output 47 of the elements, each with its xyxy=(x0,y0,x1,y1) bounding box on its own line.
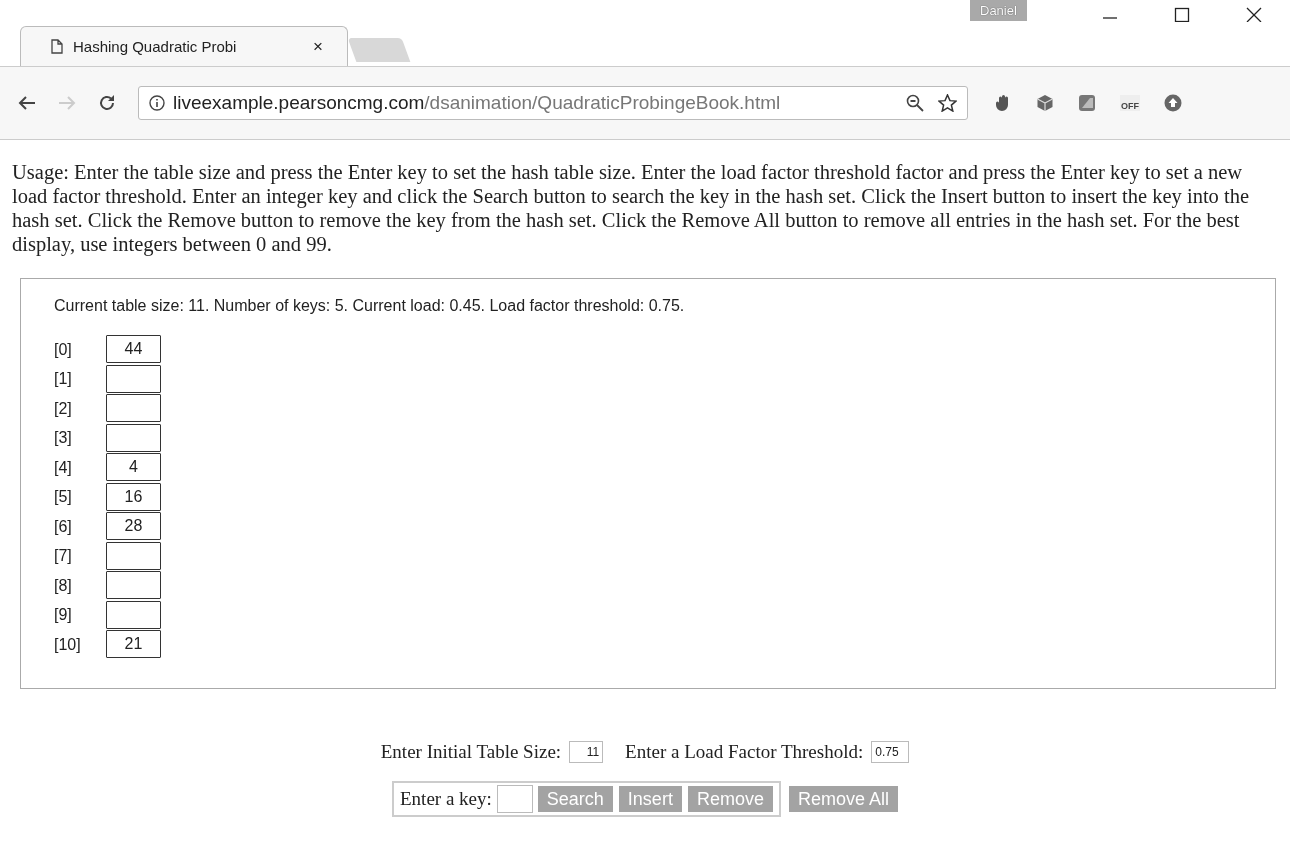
table-size-field[interactable]: 11 xyxy=(569,741,604,763)
page-icon xyxy=(51,39,63,54)
slot-index: [0] xyxy=(54,340,73,359)
hash-slot xyxy=(106,423,161,452)
slot-index: [1] xyxy=(54,370,73,389)
table-size-label: Enter Initial Table Size: xyxy=(380,741,562,763)
browser-tab[interactable]: Hashing Quadratic Probi × xyxy=(20,26,348,66)
hash-slot xyxy=(106,394,161,423)
key-field[interactable] xyxy=(496,785,533,813)
slot-index: [10] xyxy=(54,635,82,654)
hash-slot: 44 xyxy=(106,335,161,364)
tab-close-button[interactable]: × xyxy=(313,36,323,57)
hash-slot xyxy=(106,600,161,629)
hash-slot: 16 xyxy=(106,482,161,511)
back-arrow-icon[interactable] xyxy=(18,95,36,111)
slot-index: [5] xyxy=(54,488,73,507)
slot-index: [7] xyxy=(54,547,73,566)
close-icon[interactable] xyxy=(1246,6,1262,22)
hash-slot: 4 xyxy=(106,453,161,482)
star-icon[interactable] xyxy=(938,94,957,112)
info-icon[interactable] xyxy=(149,95,165,111)
slot-index: [2] xyxy=(54,399,73,418)
threshold-label: Enter a Load Factor Threshold: xyxy=(625,741,864,763)
square-icon[interactable] xyxy=(1078,94,1096,112)
extension-button[interactable]: OFF xyxy=(1120,95,1140,111)
slot-index: [4] xyxy=(54,458,73,477)
hash-slot xyxy=(106,571,161,600)
slot-index: [3] xyxy=(54,429,73,448)
maximize-icon[interactable] xyxy=(1174,6,1190,22)
slot-index: [8] xyxy=(54,576,73,595)
threshold-field[interactable]: 0.75 xyxy=(871,741,910,763)
cube-icon[interactable] xyxy=(1036,94,1054,112)
slot-index: [6] xyxy=(54,517,73,536)
status-text: Current table size: 11. Number of keys: 5. Current load: 0.45. Load factor threshold: 0.75. xyxy=(54,297,686,315)
zoom-out-icon[interactable] xyxy=(906,94,924,112)
hash-slot xyxy=(106,541,161,570)
address-bar[interactable]: liveexample.pearsoncmg.com/dsanimation/QuadraticProbingeBook.html xyxy=(138,86,968,120)
hash-slot: 28 xyxy=(106,512,161,541)
hash-slot: 21 xyxy=(106,630,161,659)
slot-index: [9] xyxy=(54,606,73,625)
url-path: /dsanimation/QuadraticProbingeBook.html xyxy=(424,92,781,114)
hash-slot xyxy=(106,364,161,393)
reload-icon[interactable] xyxy=(98,94,116,112)
url-host: liveexample.pearsoncmg.com xyxy=(173,92,425,114)
usage-paragraph: Usage: Enter the table size and press the Enter key to set the hash table size. Enter the load factor threshold factor and press the Enter key to set a new load factor threshold. Enter an integer key and click the Search button to search the key in the hash set. Click the Insert button to insert the key into the hash set. Click the Remove button to remove the key from the hash set. Click the Remove All button to remove all entries in the hash set. For the best display, use integers between 0 and 99. xyxy=(12,160,1251,256)
upload-icon[interactable] xyxy=(1164,94,1182,112)
key-label: Enter a key: xyxy=(400,788,492,810)
